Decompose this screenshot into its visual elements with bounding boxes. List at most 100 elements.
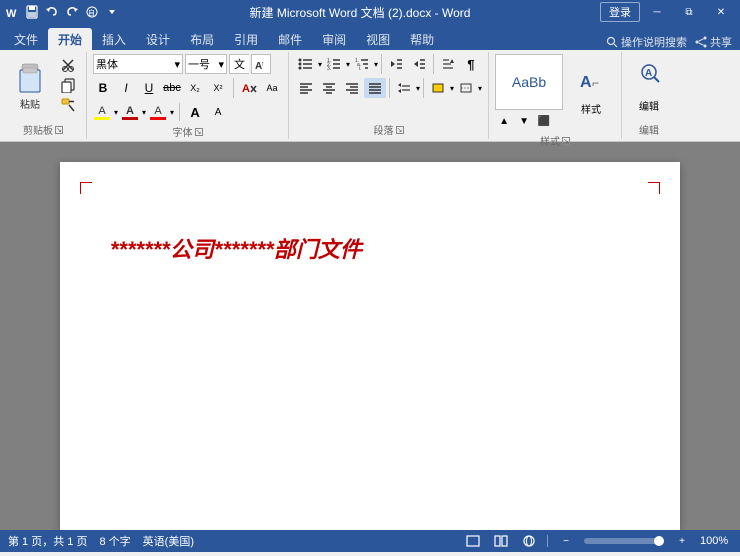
font-label: 字体 ↘ bbox=[173, 124, 203, 139]
bold-button[interactable]: B bbox=[93, 78, 113, 98]
font-name-select[interactable]: 黑体 ▾ bbox=[93, 54, 183, 74]
cut-button[interactable] bbox=[56, 56, 80, 75]
para-sep4 bbox=[423, 78, 424, 98]
decrease-indent-button[interactable] bbox=[385, 54, 407, 74]
bullets-dropdown[interactable]: ▾ bbox=[318, 60, 322, 69]
minimize-button[interactable]: ─ bbox=[642, 0, 672, 24]
sort-button[interactable] bbox=[437, 54, 459, 74]
shading-button[interactable] bbox=[427, 78, 449, 98]
grow-font-button[interactable]: A bbox=[185, 102, 205, 122]
text-color-dropdown[interactable]: ▾ bbox=[170, 108, 174, 117]
line-spacing-dropdown[interactable]: ▾ bbox=[416, 84, 420, 93]
editing-group: A 编辑 编辑 bbox=[622, 52, 676, 139]
search-icon[interactable]: 操作说明搜索 bbox=[606, 34, 687, 50]
redo-icon[interactable] bbox=[64, 4, 80, 20]
style-scroll-up[interactable]: ▲ bbox=[495, 111, 513, 131]
wen-button[interactable]: 文 bbox=[229, 54, 249, 74]
web-layout-btn[interactable] bbox=[519, 533, 539, 549]
editing-button[interactable]: A 编辑 bbox=[628, 56, 670, 118]
customize-icon[interactable] bbox=[104, 4, 120, 20]
copy-button[interactable] bbox=[56, 76, 80, 95]
shading-dropdown[interactable]: ▾ bbox=[450, 84, 454, 93]
paragraph-content: ▾ 1.2.3. ▾ 1.a.i. ▾ bbox=[295, 54, 482, 120]
style-scroll-down[interactable]: ▼ bbox=[515, 111, 533, 131]
styles-group: AaBb ▲ ▼ ⬛ A ⌐ 样式 样式 ↘ bbox=[489, 52, 622, 139]
login-button[interactable]: 登录 bbox=[600, 2, 640, 22]
svg-text:↑: ↑ bbox=[261, 61, 265, 68]
title-bar-left: W 自 bbox=[4, 4, 120, 20]
highlight-dropdown[interactable]: ▾ bbox=[114, 108, 118, 117]
increase-indent-button[interactable] bbox=[408, 54, 430, 74]
align-right-button[interactable] bbox=[341, 78, 363, 98]
zoom-slider[interactable] bbox=[584, 538, 664, 544]
tab-design[interactable]: 设计 bbox=[136, 28, 180, 50]
font-size-select[interactable]: 一号 ▾ bbox=[185, 54, 227, 74]
tab-help[interactable]: 帮助 bbox=[400, 28, 444, 50]
tab-review[interactable]: 审阅 bbox=[312, 28, 356, 50]
document-page[interactable]: *******公司*******部门文件 bbox=[60, 162, 680, 530]
font-size-up-button[interactable]: A↑ bbox=[251, 54, 271, 74]
numbering-button[interactable]: 1.2.3. bbox=[323, 54, 345, 74]
status-right: − + 100% bbox=[463, 533, 732, 549]
format-painter-button[interactable] bbox=[56, 96, 80, 115]
borders-dropdown[interactable]: ▾ bbox=[478, 84, 482, 93]
tab-references[interactable]: 引用 bbox=[224, 28, 268, 50]
style-expand[interactable]: ⬛ bbox=[535, 111, 553, 131]
print-layout-btn[interactable] bbox=[463, 533, 483, 549]
clipboard-group: 粘贴 剪贴板 ↘ bbox=[0, 52, 87, 139]
numbering-dropdown[interactable]: ▾ bbox=[346, 60, 350, 69]
document-title[interactable]: *******公司*******部门文件 bbox=[110, 232, 630, 264]
styles-label: 样式 ↘ bbox=[540, 133, 570, 148]
tab-layout[interactable]: 布局 bbox=[180, 28, 224, 50]
word-icon: W bbox=[4, 4, 20, 20]
italic-button[interactable]: I bbox=[116, 78, 136, 98]
font-color-dropdown[interactable]: ▾ bbox=[142, 108, 146, 117]
language[interactable]: 英语(美国) bbox=[143, 533, 194, 549]
tab-insert[interactable]: 插入 bbox=[92, 28, 136, 50]
tab-file[interactable]: 文件 bbox=[4, 28, 48, 50]
align-center-button[interactable] bbox=[318, 78, 340, 98]
shrink-font-button[interactable]: A bbox=[208, 102, 228, 122]
undo-icon[interactable] bbox=[44, 4, 60, 20]
styles-content: AaBb ▲ ▼ ⬛ A ⌐ 样式 bbox=[495, 54, 615, 131]
font-name-dropdown-icon: ▾ bbox=[174, 58, 180, 71]
zoom-out-btn[interactable]: − bbox=[556, 533, 576, 549]
strikethrough-button[interactable]: abc bbox=[162, 78, 182, 98]
justify-button[interactable] bbox=[364, 78, 386, 98]
show-formatting-button[interactable]: ¶ bbox=[460, 54, 482, 74]
zoom-level[interactable]: 100% bbox=[700, 535, 732, 547]
subscript-button[interactable]: X₂ bbox=[185, 78, 205, 98]
align-left-button[interactable] bbox=[295, 78, 317, 98]
font-color-button[interactable]: A bbox=[121, 104, 139, 121]
tab-mailings[interactable]: 邮件 bbox=[268, 28, 312, 50]
zoom-thumb[interactable] bbox=[654, 536, 664, 546]
multilevel-dropdown[interactable]: ▾ bbox=[374, 60, 378, 69]
tab-home[interactable]: 开始 bbox=[48, 28, 92, 50]
font-expand[interactable]: ↘ bbox=[195, 128, 203, 136]
font-size-dropdown-icon: ▾ bbox=[218, 58, 224, 71]
styles-expand[interactable]: ↘ bbox=[562, 137, 570, 145]
borders-button[interactable] bbox=[455, 78, 477, 98]
status-sep bbox=[547, 535, 548, 547]
restore-button[interactable]: ⧉ bbox=[674, 0, 704, 24]
share-icon[interactable]: 共享 bbox=[695, 34, 732, 50]
zoom-in-btn[interactable]: + bbox=[672, 533, 692, 549]
font-highlight-button[interactable]: A bbox=[93, 104, 111, 121]
styles-button[interactable]: A ⌐ 样式 bbox=[567, 62, 615, 124]
multilevel-button[interactable]: 1.a.i. bbox=[351, 54, 373, 74]
save-icon[interactable] bbox=[24, 4, 40, 20]
superscript-button[interactable]: X² bbox=[208, 78, 228, 98]
clipboard-expand[interactable]: ↘ bbox=[55, 126, 63, 134]
clear-format-button[interactable]: A bbox=[239, 78, 259, 98]
line-spacing-button[interactable] bbox=[393, 78, 415, 98]
paste-button[interactable]: 粘贴 bbox=[6, 54, 54, 116]
paragraph-expand[interactable]: ↘ bbox=[396, 126, 404, 134]
text-color-button[interactable]: A bbox=[149, 104, 167, 121]
bullets-button[interactable] bbox=[295, 54, 317, 74]
read-mode-btn[interactable] bbox=[491, 533, 511, 549]
change-case-button[interactable]: Aa bbox=[262, 78, 282, 98]
tab-view[interactable]: 视图 bbox=[356, 28, 400, 50]
underline-button[interactable]: U bbox=[139, 78, 159, 98]
close-button[interactable]: ✕ bbox=[706, 0, 736, 24]
style-gallery[interactable]: AaBb bbox=[495, 54, 563, 110]
